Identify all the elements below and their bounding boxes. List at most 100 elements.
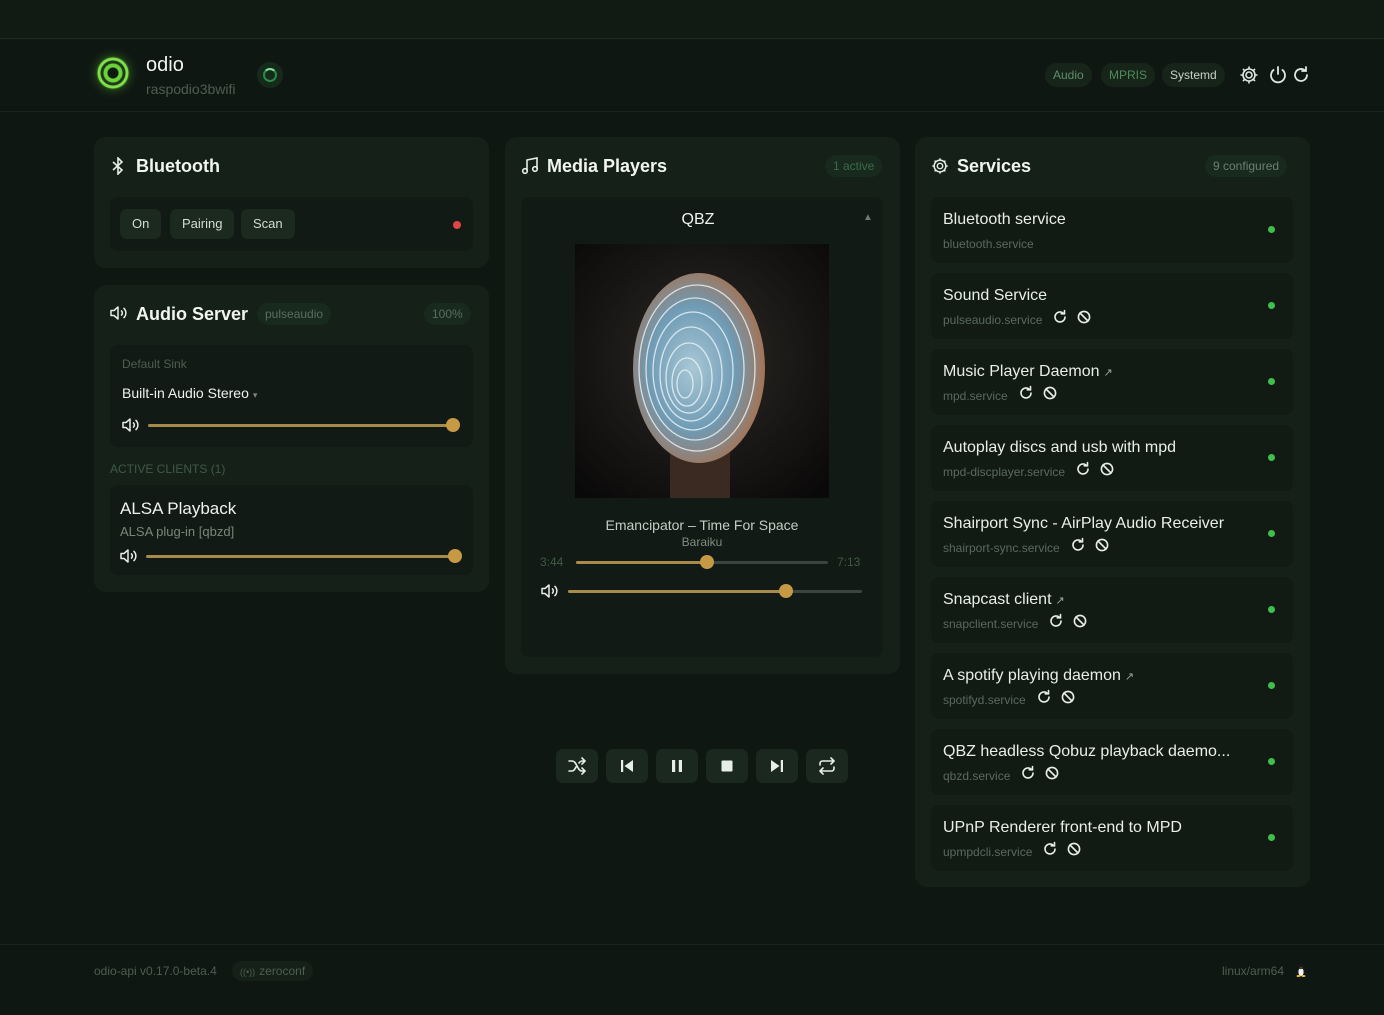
disable-icon[interactable] bbox=[1099, 461, 1115, 477]
restart-icon[interactable] bbox=[1036, 689, 1052, 705]
service-name-text: A spotify playing daemon bbox=[943, 667, 1121, 684]
bluetooth-panel: Bluetooth On Pairing Scan bbox=[94, 137, 489, 268]
service-name: Shairport Sync - AirPlay Audio Receiver bbox=[943, 515, 1224, 533]
app-header: odio raspodio3bwifi Audio MPRIS Systemd bbox=[0, 39, 1384, 112]
player-name: QBZ bbox=[681, 211, 715, 228]
volume-icon[interactable] bbox=[541, 583, 559, 599]
disable-icon[interactable] bbox=[1042, 385, 1058, 401]
tab-systemd[interactable]: Systemd bbox=[1162, 63, 1225, 87]
service-status-dot bbox=[1268, 758, 1275, 765]
tab-audio[interactable]: Audio bbox=[1045, 63, 1092, 87]
disable-icon[interactable] bbox=[1076, 309, 1092, 325]
service-row[interactable]: UPnP Renderer front-end to MPD upmpdcli.s… bbox=[931, 805, 1293, 871]
bluetooth-icon bbox=[112, 157, 124, 175]
audio-volume-badge: 100% bbox=[424, 303, 471, 325]
track-title: Emancipator – Time For Space bbox=[605, 517, 799, 533]
external-link-icon[interactable]: ↗ bbox=[1056, 595, 1065, 607]
service-row[interactable]: Sound Service pulseaudio.service bbox=[931, 273, 1293, 339]
album-art bbox=[575, 244, 829, 498]
service-unit: shairport-sync.service bbox=[943, 541, 1060, 555]
service-name: Snapcast client ↗ bbox=[943, 591, 1065, 609]
restart-icon[interactable] bbox=[1075, 461, 1091, 477]
gear-icon[interactable] bbox=[1239, 65, 1259, 85]
disable-icon[interactable] bbox=[1072, 613, 1088, 629]
service-name-text: Bluetooth service bbox=[943, 211, 1066, 228]
bluetooth-pairing-button[interactable]: Pairing bbox=[170, 209, 235, 239]
sink-volume-slider[interactable] bbox=[148, 424, 453, 427]
service-name: Bluetooth service bbox=[943, 211, 1066, 229]
bluetooth-scan-button[interactable]: Scan bbox=[241, 209, 295, 239]
restart-icon[interactable] bbox=[1020, 765, 1036, 781]
audio-server-panel: Audio Server pulseaudio 100% Default Sin… bbox=[94, 285, 489, 592]
skip-forward-icon bbox=[771, 760, 783, 772]
service-name: UPnP Renderer front-end to MPD bbox=[943, 819, 1182, 837]
music-note-icon bbox=[521, 157, 539, 175]
service-status-dot bbox=[1268, 530, 1275, 537]
client-card: ALSA Playback ALSA plug-in [qbzd] bbox=[110, 485, 473, 575]
player-volume-handle[interactable] bbox=[778, 584, 793, 598]
previous-button[interactable] bbox=[606, 749, 648, 783]
audio-server-title: Audio Server bbox=[136, 304, 249, 324]
external-link-icon[interactable]: ↗ bbox=[1104, 367, 1113, 379]
bluetooth-title: Bluetooth bbox=[136, 156, 220, 176]
sink-volume-handle[interactable] bbox=[446, 418, 460, 432]
service-row[interactable]: Snapcast client ↗ snapclient.service bbox=[931, 577, 1293, 643]
service-row[interactable]: Autoplay discs and usb with mpd mpd-discp… bbox=[931, 425, 1293, 491]
service-unit: snapclient.service bbox=[943, 617, 1039, 631]
external-link-icon[interactable]: ↗ bbox=[1125, 671, 1134, 683]
services-count-badge: 9 configured bbox=[1205, 155, 1288, 177]
tab-mpris[interactable]: MPRIS bbox=[1101, 63, 1156, 87]
restart-icon[interactable] bbox=[1070, 537, 1086, 553]
volume-icon[interactable] bbox=[122, 417, 140, 433]
restart-icon[interactable] bbox=[1048, 613, 1064, 629]
client-volume-handle[interactable] bbox=[448, 549, 462, 563]
client-volume-slider[interactable] bbox=[146, 555, 455, 558]
platform-label: linux/arm64 bbox=[1222, 964, 1285, 978]
restart-icon[interactable] bbox=[1042, 841, 1058, 857]
zeroconf-label: zeroconf bbox=[259, 964, 306, 978]
service-status-dot bbox=[1268, 606, 1275, 613]
disable-icon[interactable] bbox=[1066, 841, 1082, 857]
service-row[interactable]: Bluetooth service bluetooth.service bbox=[931, 197, 1293, 263]
duration-time: 7:13 bbox=[837, 555, 861, 569]
power-icon[interactable] bbox=[1268, 65, 1288, 85]
repeat-button[interactable] bbox=[806, 749, 848, 783]
default-sink-select[interactable]: Built-in Audio Stereo ▾ bbox=[122, 385, 257, 401]
client-detail: ALSA plug-in [qbzd] bbox=[120, 524, 235, 539]
service-row[interactable]: Shairport Sync - AirPlay Audio Receiver s… bbox=[931, 501, 1293, 567]
speaker-icon bbox=[110, 306, 127, 320]
stop-button[interactable] bbox=[706, 749, 748, 783]
bluetooth-controls: On Pairing Scan bbox=[110, 197, 473, 251]
disable-icon[interactable] bbox=[1094, 537, 1110, 553]
service-name-text: Autoplay discs and usb with mpd bbox=[943, 439, 1177, 456]
seek-handle[interactable] bbox=[700, 555, 715, 569]
service-row[interactable]: QBZ headless Qobuz playback daemo... qbzd… bbox=[931, 729, 1293, 795]
shuffle-icon bbox=[568, 757, 587, 775]
service-status-dot bbox=[1268, 302, 1275, 309]
bluetooth-on-button[interactable]: On bbox=[120, 209, 162, 239]
refresh-icon[interactable] bbox=[1291, 65, 1311, 85]
media-players-title: Media Players bbox=[547, 156, 668, 176]
service-row[interactable]: Music Player Daemon ↗ mpd.service bbox=[931, 349, 1293, 415]
service-status-dot bbox=[1268, 834, 1275, 841]
restart-icon[interactable] bbox=[1018, 385, 1034, 401]
service-name-text: Music Player Daemon bbox=[943, 363, 1100, 380]
service-row[interactable]: A spotify playing daemon ↗ spotifyd.servic… bbox=[931, 653, 1293, 719]
disable-icon[interactable] bbox=[1060, 689, 1076, 705]
broadcast-icon: ((•)) bbox=[240, 967, 256, 977]
app-name: odio bbox=[146, 54, 184, 76]
next-button[interactable] bbox=[756, 749, 798, 783]
volume-icon[interactable] bbox=[120, 548, 138, 564]
api-version: odio-api v0.17.0-beta.4 bbox=[94, 964, 217, 978]
service-name-text: Sound Service bbox=[943, 287, 1048, 304]
shuffle-button[interactable] bbox=[556, 749, 598, 783]
player-volume-level[interactable] bbox=[568, 590, 786, 593]
restart-icon[interactable] bbox=[1052, 309, 1068, 325]
seek-progress[interactable] bbox=[576, 561, 708, 564]
default-sink-name: Built-in Audio Stereo bbox=[122, 385, 249, 401]
pause-button[interactable] bbox=[656, 749, 698, 783]
collapse-icon[interactable]: ▲ bbox=[863, 212, 873, 223]
client-name: ALSA Playback bbox=[120, 499, 237, 518]
linux-penguin-icon bbox=[1296, 963, 1306, 977]
disable-icon[interactable] bbox=[1044, 765, 1060, 781]
